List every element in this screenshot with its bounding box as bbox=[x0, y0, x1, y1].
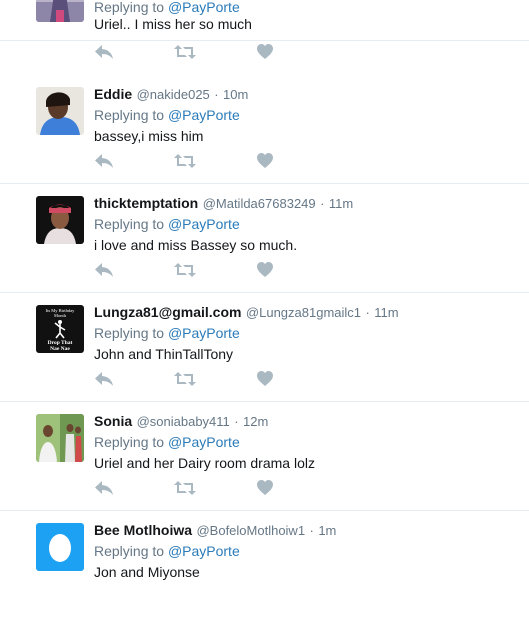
mention-link[interactable]: @PayPorte bbox=[168, 325, 240, 341]
display-name[interactable]: Sonia bbox=[94, 413, 132, 429]
replying-to: Replying to @PayPorte bbox=[94, 107, 240, 123]
selfie-avatar bbox=[36, 87, 84, 135]
timestamp[interactable]: 11m bbox=[374, 305, 398, 320]
replying-to: Replying to @PayPorte bbox=[94, 216, 240, 232]
retweet-icon[interactable] bbox=[174, 262, 196, 282]
avatar[interactable] bbox=[36, 523, 84, 571]
replying-to: Replying to @PayPorte bbox=[94, 434, 240, 450]
mention-link[interactable]: @PayPorte bbox=[168, 216, 240, 232]
like-icon[interactable] bbox=[257, 480, 279, 500]
user-handle[interactable]: @Matilda67683249 bbox=[203, 196, 316, 211]
reply-icon[interactable] bbox=[94, 153, 116, 173]
replying-prefix: Replying to bbox=[94, 0, 165, 15]
replying-prefix: Replying to bbox=[94, 325, 165, 341]
mention-link[interactable]: @PayPorte bbox=[168, 0, 240, 15]
user-handle[interactable]: @soniababy411 bbox=[137, 414, 230, 429]
tweet-header: Bee Motlhoiwa @BofeloMotlhoiw1 · 1m bbox=[94, 522, 521, 540]
retweet-icon[interactable] bbox=[174, 480, 196, 500]
tweet[interactable]: Eddie @nakide025 · 10m Replying to @PayP… bbox=[0, 75, 529, 184]
display-name[interactable]: thicktemptation bbox=[94, 195, 198, 211]
display-name[interactable]: Bee Motlhoiwa bbox=[94, 522, 192, 538]
tweet[interactable]: Its My Birthday Month Drop That Nae Nae … bbox=[0, 293, 529, 402]
retweet-icon[interactable] bbox=[174, 153, 196, 173]
display-name[interactable]: Lungza81@gmail.com bbox=[94, 304, 241, 320]
tweet-header: Lungza81@gmail.com @Lungza81gmailc1 · 11… bbox=[94, 304, 521, 322]
user-handle[interactable]: @nakide025 bbox=[137, 87, 210, 102]
tweet-text: Jon and Miyonse bbox=[94, 564, 200, 580]
tweet-text: i love and miss Bassey so much. bbox=[94, 237, 298, 253]
replying-to: Replying to @PayPorte bbox=[94, 325, 240, 341]
reply-icon[interactable] bbox=[94, 262, 116, 282]
tweet-text: Uriel.. I miss her so much bbox=[94, 16, 252, 32]
timestamp[interactable]: 1m bbox=[318, 523, 336, 538]
avatar[interactable]: Its My Birthday Month Drop That Nae Nae bbox=[36, 305, 84, 353]
separator-dot: · bbox=[365, 305, 370, 320]
tweet-header: Sonia @soniababy411 · 12m bbox=[94, 413, 521, 431]
reply-icon[interactable] bbox=[94, 480, 116, 500]
timestamp[interactable]: 10m bbox=[223, 87, 248, 102]
mention-link[interactable]: @PayPorte bbox=[168, 543, 240, 559]
reply-icon[interactable] bbox=[94, 44, 116, 64]
replying-to: Replying to @PayPorte bbox=[94, 0, 240, 15]
replying-prefix: Replying to bbox=[94, 107, 165, 123]
portrait-avatar bbox=[36, 196, 84, 244]
like-icon[interactable] bbox=[257, 371, 279, 391]
reply-icon[interactable] bbox=[94, 371, 116, 391]
retweet-icon[interactable] bbox=[174, 371, 196, 391]
like-icon[interactable] bbox=[257, 153, 279, 173]
timestamp[interactable]: 12m bbox=[243, 414, 268, 429]
egg-avatar bbox=[36, 523, 84, 571]
tweet-text: John and ThinTallTony bbox=[94, 346, 234, 362]
avatar[interactable] bbox=[36, 0, 84, 22]
replying-prefix: Replying to bbox=[94, 434, 165, 450]
separator-dot: · bbox=[309, 523, 314, 538]
mention-link[interactable]: @PayPorte bbox=[168, 434, 240, 450]
tweet-text: bassey,i miss him bbox=[94, 128, 204, 144]
tweet-header: Eddie @nakide025 · 10m bbox=[94, 86, 521, 104]
replying-prefix: Replying to bbox=[94, 543, 165, 559]
tweet[interactable]: Sonia @soniababy411 · 12m Replying to @P… bbox=[0, 402, 529, 511]
avatar[interactable] bbox=[36, 196, 84, 244]
partial-photo-avatar bbox=[36, 0, 84, 22]
poster-line-2: Month bbox=[54, 313, 67, 318]
like-icon[interactable] bbox=[257, 262, 279, 282]
separator-dot: · bbox=[320, 196, 325, 211]
separator-dot: · bbox=[234, 414, 239, 429]
reply-feed: Replying to @PayPorte Uriel.. I miss her… bbox=[0, 0, 529, 604]
tweet-text: Uriel and her Dairy room drama lolz bbox=[94, 455, 315, 471]
display-name[interactable]: Eddie bbox=[94, 86, 132, 102]
collage-avatar bbox=[36, 414, 84, 462]
timestamp[interactable]: 11m bbox=[329, 196, 353, 211]
user-handle[interactable]: @BofeloMotlhoiw1 bbox=[196, 523, 305, 538]
replying-to: Replying to @PayPorte bbox=[94, 543, 240, 559]
separator-dot: · bbox=[214, 87, 219, 102]
retweet-icon[interactable] bbox=[174, 44, 196, 64]
tweet-header: thicktemptation @Matilda67683249 · 11m bbox=[94, 195, 521, 213]
mention-link[interactable]: @PayPorte bbox=[168, 107, 240, 123]
avatar[interactable] bbox=[36, 414, 84, 462]
like-icon[interactable] bbox=[257, 44, 279, 64]
poster-line-4: Nae Nae bbox=[50, 346, 70, 352]
tweet[interactable]: thicktemptation @Matilda67683249 · 11m R… bbox=[0, 184, 529, 293]
replying-prefix: Replying to bbox=[94, 216, 165, 232]
user-handle[interactable]: @Lungza81gmailc1 bbox=[246, 305, 361, 320]
poster-avatar: Its My Birthday Month Drop That Nae Nae bbox=[36, 305, 84, 353]
tweet[interactable]: Replying to @PayPorte Uriel.. I miss her… bbox=[0, 0, 529, 41]
avatar[interactable] bbox=[36, 87, 84, 135]
